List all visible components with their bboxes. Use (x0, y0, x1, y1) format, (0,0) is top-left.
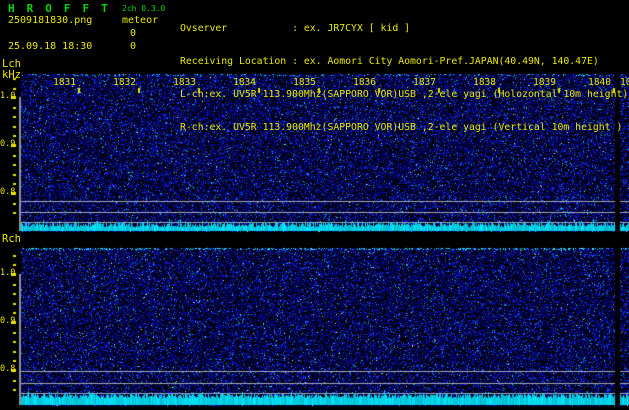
time-tick-label: 1832 (113, 77, 136, 88)
lch-setup-line: L-ch:ex. UV5R 113.900Mhz(SAPPORO VOR)USB… (180, 88, 629, 100)
time-tick-label: 1836 (353, 77, 376, 88)
time-tick-label: 1838 (473, 77, 496, 88)
freq-tick-label: 0.9 (0, 316, 16, 326)
meteor-count-lch: 0 (129, 28, 137, 39)
location-line: Receiving Location : ex. Aomori City Aom… (180, 55, 599, 67)
hrofft-output-image: HROFFT 2ch 0.3.0 2509181830.png meteor 0… (0, 0, 629, 410)
time-tick-label: 1834 (233, 77, 256, 88)
time-tick-label: 1831 (53, 77, 76, 88)
time-tick-label-clipped: 10 (620, 77, 629, 88)
time-tick-label: 1839 (533, 77, 556, 88)
freq-tick-label: 1.0 (0, 268, 16, 278)
rch-setup-line: R-ch:ex. UV5R 113.900Mhz(SAPPORO VOR)USB… (180, 121, 623, 133)
time-tick-label: 1833 (173, 77, 196, 88)
output-filename: 2509181830.png (8, 15, 93, 26)
app-title: HROFFT (8, 2, 120, 15)
time-tick-label: 1835 (293, 77, 316, 88)
freq-tick-label: 0.9 (0, 139, 16, 149)
time-tick-label: 1840 (588, 77, 611, 88)
rch-panel-label: Rch (2, 233, 21, 245)
freq-tick-label: 0.8 (0, 364, 16, 374)
freq-tick-label: 1.0 (0, 91, 16, 101)
app-version: 2ch 0.3.0 (122, 4, 166, 13)
frequency-unit-label: kHz (2, 69, 21, 81)
observer-line: Ovserver : ex. JR7CYX [ kid ] (180, 22, 411, 34)
meteor-count-rch: 0 (129, 41, 137, 52)
observation-datetime: 25.09.18 18:30 (8, 41, 93, 52)
freq-tick-label: 0.8 (0, 187, 16, 197)
meteor-count-label: meteor (122, 15, 159, 26)
time-tick-label: 1837 (413, 77, 436, 88)
lch-panel-label: Lch (2, 58, 21, 70)
